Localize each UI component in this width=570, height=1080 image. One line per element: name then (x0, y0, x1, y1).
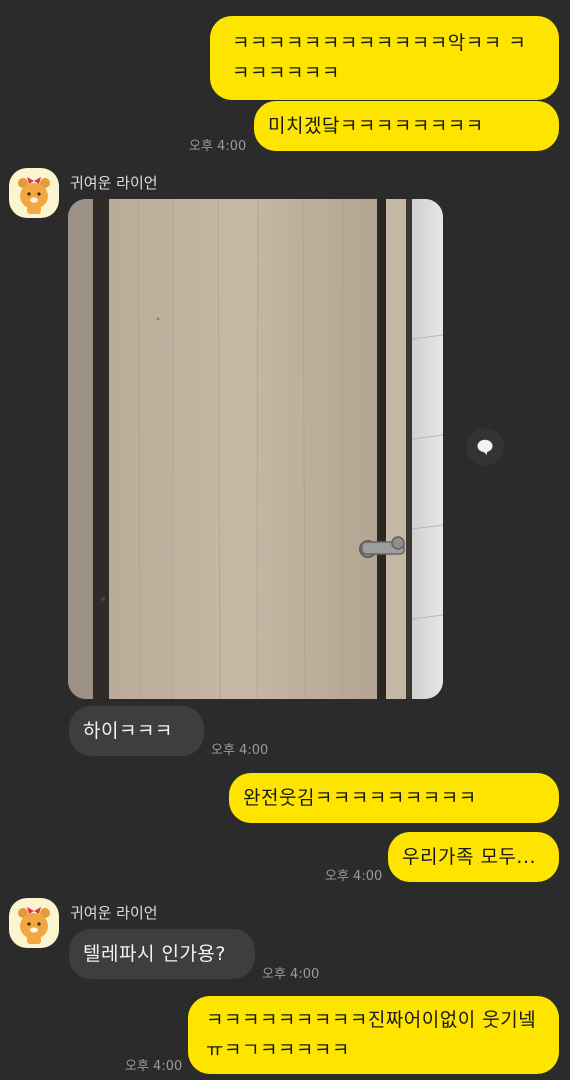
message-timestamp: 오후 4:00 (325, 869, 383, 884)
sender-name: 귀여운 라이언 (70, 904, 158, 922)
my-message-bubble[interactable]: 미치겠닼ㅋㅋㅋㅋㅋㅋㅋㅋ (254, 101, 559, 151)
avatar[interactable] (9, 168, 59, 218)
bathroom-door-photo (68, 199, 443, 699)
ryan-character-icon (18, 177, 50, 214)
my-message-bubble[interactable]: 우리가족 모두... (388, 832, 559, 882)
share-speech-bubble-icon (477, 439, 493, 455)
my-message-bubble[interactable]: ㅋㅋㅋㅋㅋㅋㅋㅋㅋㅋㅋㅋ악ㅋㅋ ㅋㅋㅋㅋㅋㅋㅋ (210, 16, 559, 100)
message-timestamp: 오후 4:00 (189, 139, 247, 154)
my-message-bubble[interactable]: ㅋㅋㅋㅋㅋㅋㅋㅋㅋ진짜어이없이 웃기넼ㅠㅋㄱㅋㅋㅋㅋㅋ (188, 996, 559, 1074)
their-message-bubble[interactable]: 하이ㅋㅋㅋ (69, 706, 204, 756)
ryan-character-icon (18, 907, 50, 944)
photo-message[interactable] (68, 199, 443, 699)
message-timestamp: 오후 4:00 (211, 743, 269, 758)
sender-name: 귀여운 라이언 (70, 174, 158, 192)
message-timestamp: 오후 4:00 (125, 1059, 183, 1074)
message-timestamp: 오후 4:00 (262, 967, 320, 982)
avatar[interactable] (9, 898, 59, 948)
share-button[interactable] (466, 428, 504, 466)
my-message-bubble[interactable]: 완전웃김ㅋㅋㅋㅋㅋㅋㅋㅋㅋ (229, 773, 559, 823)
their-message-bubble[interactable]: 텔레파시 인가용? (69, 929, 255, 979)
